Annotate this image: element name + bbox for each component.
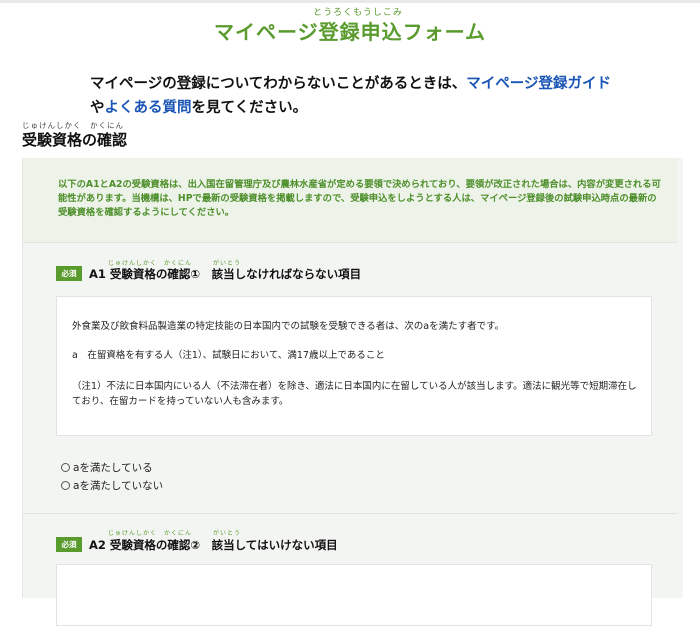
registration-guide-link[interactable]: マイページ登録ガイド xyxy=(466,76,611,92)
radio-circle-icon[interactable] xyxy=(61,481,70,490)
option-not-meets-a-label: aを満たしていない xyxy=(73,480,164,492)
question-a1-body-2: a 在留資格を有する人（注1）、試験日において、満17歳以上であること xyxy=(72,350,385,361)
intro-line2-suffix: を見てください。 xyxy=(191,100,308,116)
question-a1-card: 外食業及び飲食料品製造業の特定技能の日本国内での試験を受験できる者は、次のaを満… xyxy=(56,296,652,436)
page-title: マイページ登録申込フォーム xyxy=(214,20,486,44)
question-a2-ruby: じゅけんしかく かくにん がいとう xyxy=(108,530,242,537)
faq-link[interactable]: よくある質問 xyxy=(105,100,192,116)
page-title-ruby: とうろくもうしこみ xyxy=(313,8,403,18)
notice-text: 以下のA1とA2の受験資格は、出入国在留管理庁及び農林水産省が定める要領で決めら… xyxy=(58,179,661,218)
page-header: とうろくもうしこみ マイページ登録申込フォーム xyxy=(0,8,700,45)
option-meets-a-label: aを満たしている xyxy=(73,462,153,474)
question-a2-title: A2 受験資格の確認② 該当してはいけない項目 xyxy=(89,538,338,552)
question-a1-title: A1 受験資格の確認① 該当しなければならない項目 xyxy=(89,267,362,281)
section-heading: 受験資格の確認 xyxy=(22,131,128,149)
question-a1-body-1: 外食業及び飲食料品製造業の特定技能の日本国内での試験を受験できる者は、次のaを満… xyxy=(72,321,505,332)
notice-box: 以下のA1とA2の受験資格は、出入国在留管理庁及び農林水産省が定める要領で決めら… xyxy=(23,158,677,243)
intro-text: マイページの登録についてわからないことがあるときは、マイページ登録ガイド やよく… xyxy=(90,72,650,120)
option-meets-a[interactable]: aを満たしている xyxy=(61,460,153,475)
eligibility-panel: 以下のA1とA2の受験資格は、出入国在留管理庁及び農林水産省が定める要領で決めら… xyxy=(22,158,683,626)
intro-line2-prefix: や xyxy=(90,100,105,116)
required-badge: 必須 xyxy=(56,266,82,281)
question-a1-body-3: （注1）不法に日本国内にいる人（不法滞在者）を除き、適法に日本国内に在留している… xyxy=(72,381,637,407)
top-bar xyxy=(0,0,700,3)
section-divider xyxy=(23,513,677,514)
radio-circle-icon[interactable] xyxy=(61,463,70,472)
required-badge: 必須 xyxy=(56,537,82,552)
option-not-meets-a[interactable]: aを満たしていない xyxy=(61,478,163,493)
question-a2-card xyxy=(56,564,652,626)
intro-line1-text: マイページの登録についてわからないことがあるときは、 xyxy=(90,76,467,92)
